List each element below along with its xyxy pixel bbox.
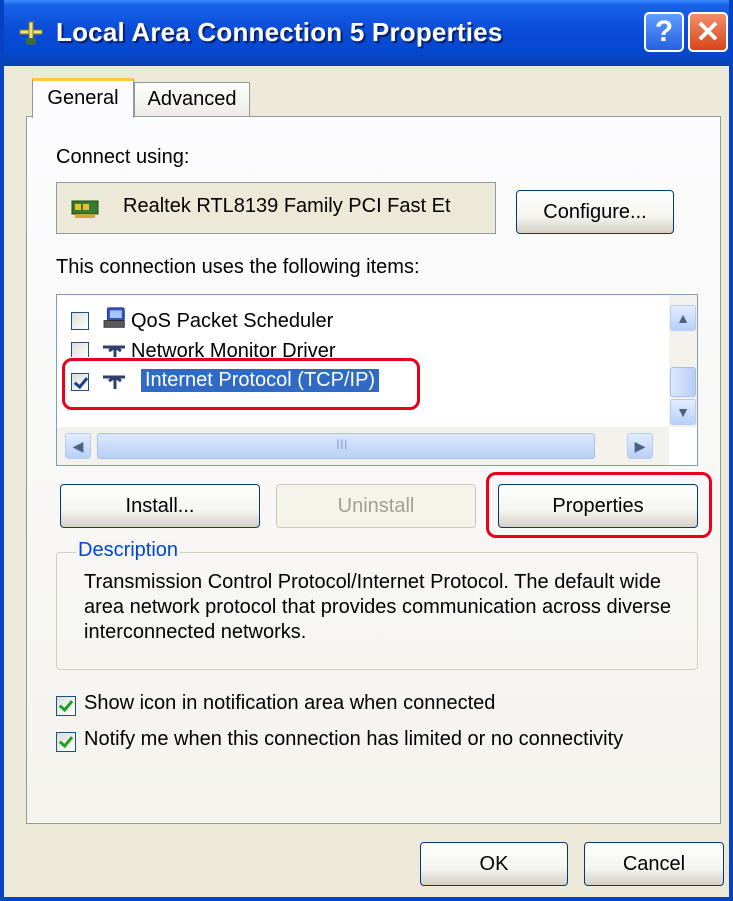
configure-button[interactable]: Configure...	[516, 190, 674, 234]
chevron-down-icon: ▼	[676, 404, 690, 420]
window-title: Local Area Connection 5 Properties	[56, 17, 503, 47]
horizontal-scrollbar[interactable]: ◀ III ▶	[57, 427, 669, 465]
show-icon-checkbox[interactable]	[56, 696, 76, 716]
show-icon-label[interactable]: Show icon in notification area when conn…	[84, 692, 495, 715]
vertical-scrollbar[interactable]: ▲ ▼	[669, 295, 697, 427]
configure-button-label: Configure...	[543, 200, 647, 223]
chevron-up-icon: ▲	[676, 310, 690, 326]
network-service-icon	[103, 307, 125, 328]
chevron-left-icon: ◀	[72, 437, 84, 454]
uninstall-button-label: Uninstall	[337, 494, 415, 517]
cancel-button[interactable]: Cancel	[584, 842, 724, 886]
list-item-network-monitor[interactable]: Network Monitor Driver	[57, 337, 657, 357]
thumb-grip: III	[336, 436, 348, 452]
horizontal-scroll-thumb[interactable]: III	[97, 433, 595, 459]
qos-checkbox[interactable]	[71, 312, 89, 330]
tab-general[interactable]: General	[32, 78, 134, 118]
install-button-label: Install...	[125, 494, 195, 517]
install-button[interactable]: Install...	[60, 484, 260, 528]
list-item-qos[interactable]: QoS Packet Scheduler	[57, 307, 657, 337]
scroll-up-button[interactable]: ▲	[670, 305, 696, 331]
ok-button[interactable]: OK	[420, 842, 568, 886]
protocol-icon	[103, 345, 125, 357]
notify-label[interactable]: Notify me when this connection has limit…	[84, 728, 623, 751]
properties-dialog: Local Area Connection 5 Properties ? ✕ G…	[0, 0, 733, 901]
notify-checkbox[interactable]	[56, 732, 76, 752]
description-legend: Description	[76, 539, 181, 562]
network-monitor-checkbox[interactable]	[71, 342, 89, 357]
tab-advanced[interactable]: Advanced	[134, 82, 250, 116]
annotation-highlight-properties	[486, 472, 712, 538]
cancel-button-label: Cancel	[622, 852, 686, 875]
help-button[interactable]: ?	[644, 12, 684, 52]
adapter-field: Realtek RTL8139 Family PCI Fast Et	[56, 182, 496, 234]
annotation-highlight-tcpip	[62, 358, 420, 410]
item-label: Network Monitor Driver	[131, 340, 336, 357]
ok-button-label: OK	[479, 852, 509, 875]
scroll-down-button[interactable]: ▼	[670, 399, 696, 425]
scroll-left-button[interactable]: ◀	[65, 433, 91, 459]
network-connection-icon	[19, 21, 43, 45]
adapter-name: Realtek RTL8139 Family PCI Fast Et	[123, 195, 451, 217]
network-adapter-icon	[71, 200, 99, 218]
chevron-right-icon: ▶	[634, 437, 646, 454]
connect-using-label: Connect using:	[56, 146, 190, 168]
scroll-right-button[interactable]: ▶	[627, 433, 653, 459]
items-label: This connection uses the following items…	[56, 256, 420, 278]
uninstall-button: Uninstall	[276, 484, 476, 528]
item-label: QoS Packet Scheduler	[131, 310, 334, 332]
description-text: Transmission Control Protocol/Internet P…	[84, 571, 671, 643]
title-bar[interactable]: Local Area Connection 5 Properties ? ✕	[4, 0, 729, 66]
close-button[interactable]: ✕	[688, 12, 728, 52]
vertical-scroll-thumb[interactable]	[670, 367, 696, 397]
